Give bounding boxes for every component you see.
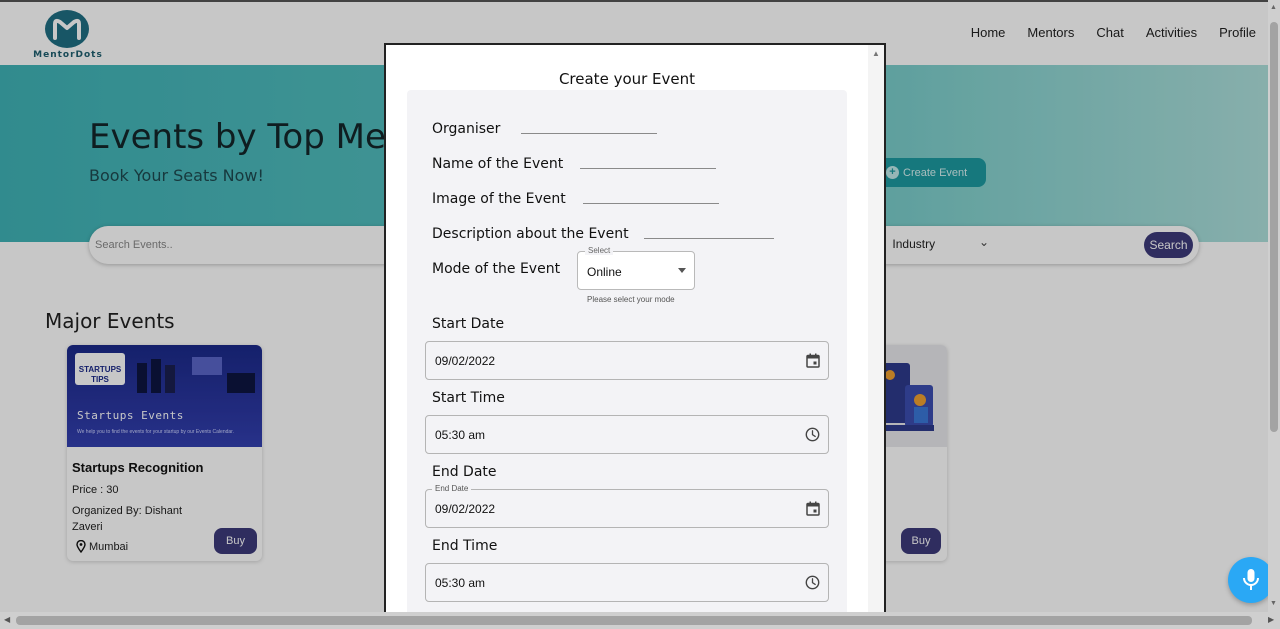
scroll-down-icon[interactable]: ▼ bbox=[1270, 600, 1277, 607]
mode-select-value: Online bbox=[587, 265, 622, 279]
caret-down-icon bbox=[678, 268, 686, 273]
end-time-field[interactable]: 05:30 am bbox=[425, 563, 829, 602]
organiser-label: Organiser bbox=[432, 121, 501, 137]
end-date-field[interactable]: End Date 09/02/2022 bbox=[425, 484, 829, 528]
mode-label: Mode of the Event bbox=[432, 261, 561, 277]
clock-icon[interactable] bbox=[805, 427, 820, 442]
start-date-value: 09/02/2022 bbox=[435, 354, 496, 368]
start-time-field[interactable]: 05:30 am bbox=[425, 415, 829, 454]
start-time-label: Start Time bbox=[432, 390, 505, 406]
mode-select[interactable]: Select Online bbox=[577, 246, 695, 290]
page-vertical-scrollbar[interactable]: ▲ ▼ bbox=[1268, 0, 1280, 612]
scroll-right-icon[interactable]: ▶ bbox=[1268, 615, 1274, 624]
page-horizontal-scrollbar[interactable]: ◀ ▶ bbox=[0, 612, 1280, 629]
end-time-value: 05:30 am bbox=[435, 576, 486, 590]
end-date-value: 09/02/2022 bbox=[435, 502, 496, 516]
horizontal-scroll-thumb[interactable] bbox=[16, 616, 1252, 625]
modal-title: Create your Event bbox=[558, 70, 696, 88]
mode-helper-text: Please select your mode bbox=[587, 295, 675, 304]
event-name-label: Name of the Event bbox=[432, 156, 564, 172]
microphone-icon bbox=[1243, 569, 1259, 590]
event-image-input[interactable] bbox=[583, 188, 719, 204]
end-date-label: End Date bbox=[432, 464, 497, 480]
scroll-left-icon[interactable]: ◀ bbox=[4, 615, 10, 624]
vertical-scroll-thumb[interactable] bbox=[1270, 22, 1278, 432]
end-time-label: End Time bbox=[432, 538, 498, 554]
scroll-up-icon[interactable]: ▲ bbox=[1270, 4, 1277, 11]
calendar-icon[interactable] bbox=[806, 353, 820, 368]
organiser-input[interactable] bbox=[521, 118, 657, 134]
start-date-label: Start Date bbox=[432, 316, 505, 332]
scroll-up-icon[interactable]: ▲ bbox=[872, 49, 880, 58]
description-input[interactable] bbox=[644, 223, 774, 239]
create-event-modal: ▲ Create your Event Organiser Name of th… bbox=[384, 43, 886, 612]
start-date-field[interactable]: 09/02/2022 bbox=[425, 341, 829, 380]
event-name-input[interactable] bbox=[580, 153, 716, 169]
start-time-value: 05:30 am bbox=[435, 428, 486, 442]
mode-select-legend: Select bbox=[585, 246, 614, 255]
event-image-label: Image of the Event bbox=[432, 191, 566, 207]
modal-scrollbar[interactable]: ▲ bbox=[868, 45, 884, 612]
calendar-icon[interactable] bbox=[806, 501, 820, 516]
end-date-legend: End Date bbox=[432, 484, 472, 493]
description-label: Description about the Event bbox=[432, 226, 629, 242]
clock-icon[interactable] bbox=[805, 575, 820, 590]
event-form: Organiser Name of the Event Image of the… bbox=[407, 90, 847, 612]
